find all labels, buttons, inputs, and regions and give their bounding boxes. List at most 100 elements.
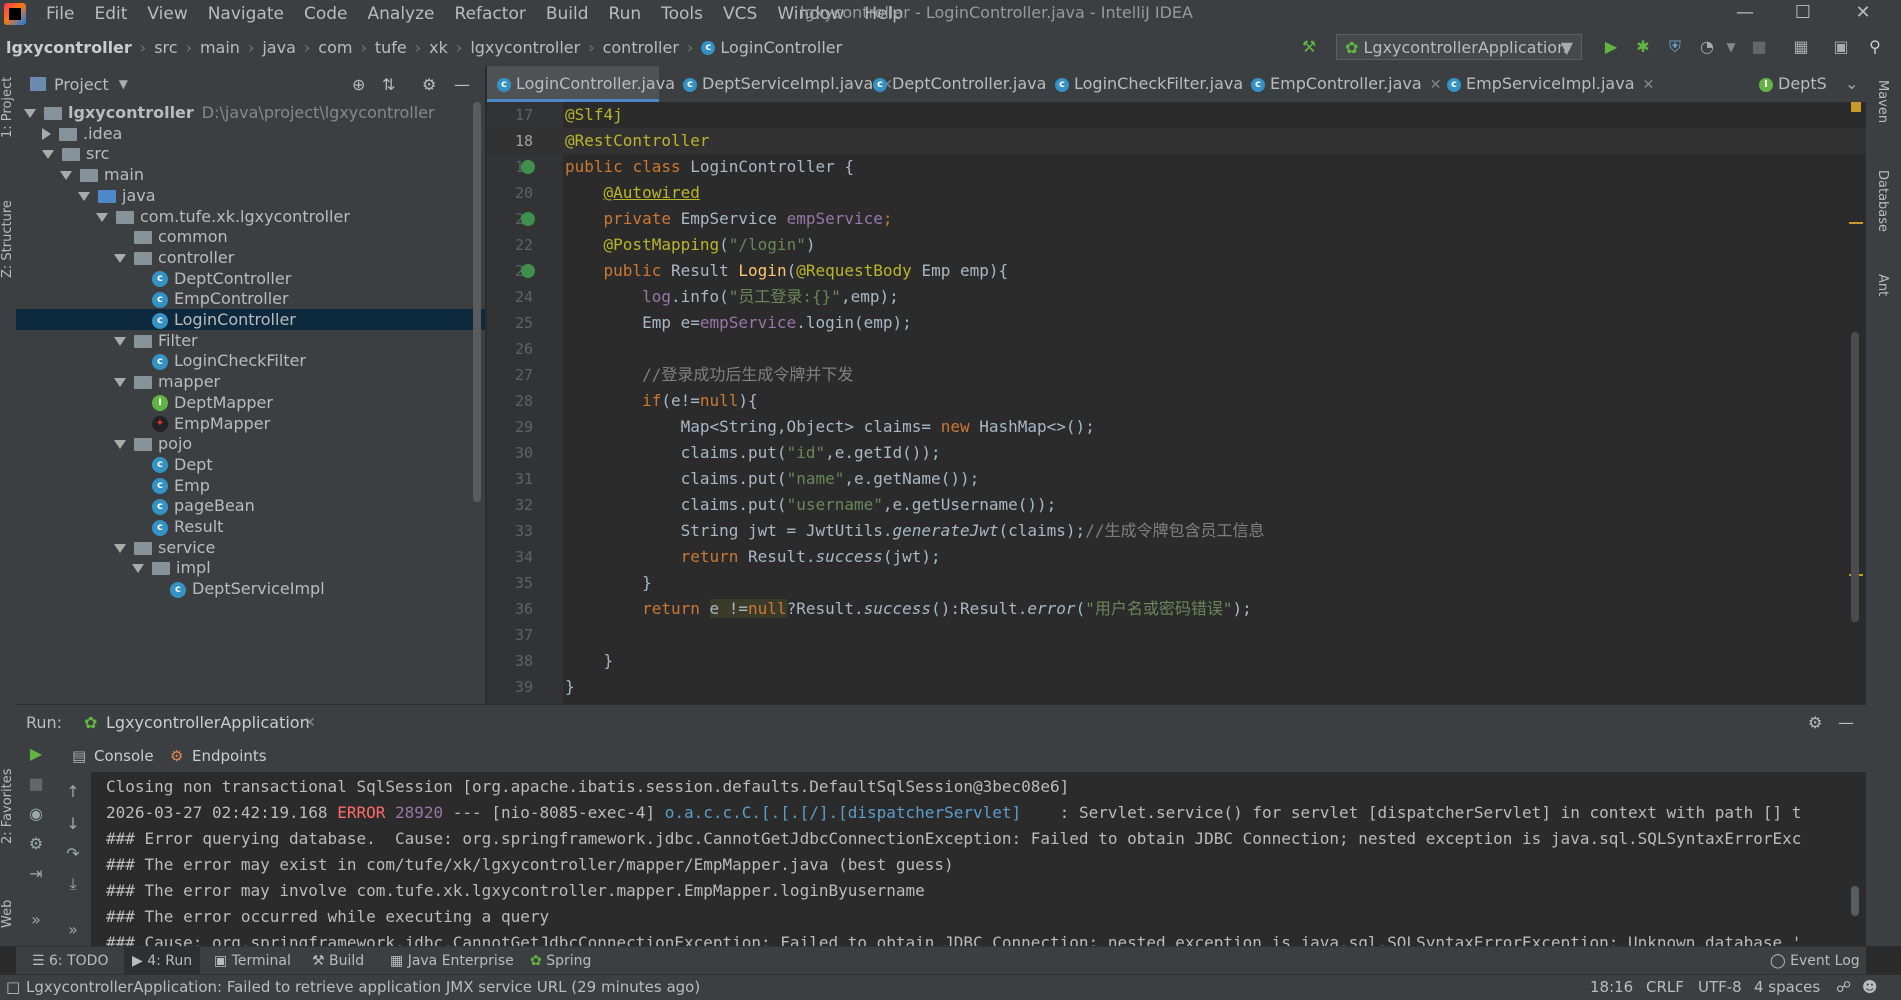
debug-icon[interactable]: ✱	[1632, 36, 1654, 58]
run-config-selector[interactable]: ✿ LgxycontrollerApplication ▼	[1336, 34, 1582, 60]
tree-item[interactable]: common	[16, 226, 485, 247]
breadcrumb-tufe[interactable]: tufe	[371, 38, 411, 57]
tree-item[interactable]: service	[16, 537, 485, 558]
lock-icon[interactable]: ☍	[1836, 975, 1851, 1000]
line-separator[interactable]: CRLF	[1646, 975, 1684, 1000]
menu-run[interactable]: Run	[599, 4, 652, 24]
maximize-icon[interactable]: ☐	[1774, 0, 1832, 28]
arrow-up-icon[interactable]: ↑	[58, 782, 88, 801]
tree-item[interactable]: c EmpController	[16, 288, 485, 309]
inspection-status-icon[interactable]	[1851, 102, 1861, 112]
tab-dept-service[interactable]: I DeptS	[1759, 66, 1827, 102]
search-icon[interactable]: ⚲	[1864, 36, 1886, 58]
console-output[interactable]: Closing non transactional SqlSession [or…	[91, 772, 1866, 946]
collapse-all-icon[interactable]: ⇅	[382, 75, 395, 94]
breadcrumb-xk[interactable]: xk	[425, 38, 452, 57]
tree-item[interactable]: .idea	[16, 123, 485, 144]
scroll-to-end-icon[interactable]: ⤓	[58, 874, 88, 894]
minimize-icon[interactable]: —	[1716, 0, 1774, 28]
breadcrumb-com[interactable]: com	[314, 38, 356, 57]
tree-item[interactable]: impl	[16, 557, 485, 578]
menu-view[interactable]: View	[137, 4, 197, 24]
breadcrumb-class[interactable]: c LoginController	[697, 38, 846, 57]
file-encoding[interactable]: UTF-8	[1698, 975, 1742, 1000]
expanded-arrow-icon[interactable]	[60, 171, 72, 181]
stripe-database-tab[interactable]: Database	[1875, 170, 1890, 232]
exit-icon[interactable]: ⇥	[21, 864, 51, 883]
rerun-icon[interactable]: ▶	[21, 744, 51, 763]
gear-icon[interactable]: ⚙	[422, 75, 436, 94]
spring-bean-icon[interactable]	[521, 212, 535, 226]
tab-dept-service-impl[interactable]: c DeptServiceImpl.java ✕	[683, 66, 893, 102]
editor-scrollbar[interactable]	[1851, 332, 1859, 622]
stop-icon[interactable]: ■	[21, 774, 51, 793]
stripe-structure-tab[interactable]: Z: Structure	[0, 200, 15, 278]
breadcrumb-project[interactable]: lgxycontroller	[0, 38, 136, 57]
stripe-web-tab[interactable]: Web	[0, 900, 15, 928]
tool-tab-run[interactable]: ▶ 4: Run	[124, 947, 201, 975]
tree-item[interactable]: lgxycontroller D:\java\project\lgxycontro…	[16, 102, 485, 123]
spring-bean-icon[interactable]	[521, 160, 535, 174]
breadcrumb-controller[interactable]: controller	[599, 38, 683, 57]
menu-analyze[interactable]: Analyze	[358, 4, 445, 24]
locate-file-icon[interactable]: ⊕	[352, 75, 365, 94]
tab-emp-service-impl[interactable]: c EmpServiceImpl.java ✕	[1447, 66, 1654, 102]
gear-icon[interactable]: ⚙	[1808, 705, 1822, 741]
expanded-arrow-icon[interactable]	[42, 150, 54, 160]
stripe-maven-tab[interactable]: Maven	[1875, 80, 1890, 123]
tab-login-controller[interactable]: cLoginController.java✕	[487, 66, 695, 102]
tree-item[interactable]: c Result	[16, 516, 485, 537]
project-panel-title[interactable]: Project	[54, 75, 109, 94]
expanded-arrow-icon[interactable]	[114, 543, 126, 553]
breadcrumb-main[interactable]: main	[196, 38, 244, 57]
dropdown-arrow-icon[interactable]: ▼	[119, 77, 128, 91]
tool-tab-build[interactable]: ⚒ Build	[312, 947, 364, 975]
tab-login-check-filter[interactable]: cLoginCheckFilter.java✕	[1055, 66, 1263, 102]
tree-item[interactable]: main	[16, 164, 485, 185]
tree-item[interactable]: c pageBean	[16, 495, 485, 516]
expanded-arrow-icon[interactable]	[96, 212, 108, 222]
menu-vcs[interactable]: VCS	[713, 4, 767, 24]
tool-tab-java-enterprise[interactable]: ▦ Java Enterprise	[390, 947, 514, 975]
more-icon[interactable]: »	[58, 920, 88, 939]
tree-item[interactable]: Filter	[16, 330, 485, 351]
menu-file[interactable]: File	[36, 4, 84, 24]
event-log-button[interactable]: ◯ Event Log	[1770, 947, 1860, 975]
tool-tab-todo[interactable]: ☰ 6: TODO	[32, 947, 108, 975]
tab-console[interactable]: Console	[94, 740, 154, 772]
soft-wrap-icon[interactable]: ↷	[58, 844, 88, 863]
breadcrumb-src[interactable]: src	[150, 38, 181, 57]
more-icon[interactable]: »	[21, 910, 51, 929]
close-tab-icon[interactable]: ✕	[304, 705, 316, 741]
hide-panel-icon[interactable]: —	[454, 75, 470, 94]
close-tab-icon[interactable]: ✕	[1643, 77, 1655, 93]
tree-item[interactable]: c LoginCheckFilter	[16, 350, 485, 371]
tree-item[interactable]: c LoginController	[16, 309, 485, 330]
tree-item[interactable]: src	[16, 143, 485, 164]
dropdown-arrow-icon[interactable]: ▼	[1720, 36, 1742, 58]
expanded-arrow-icon[interactable]	[114, 378, 126, 388]
terminal-window-icon[interactable]: ▣	[1830, 36, 1852, 58]
tree-item[interactable]: java	[16, 185, 485, 206]
tree-item[interactable]: com.tufe.xk.lgxycontroller	[16, 206, 485, 227]
close-tab-icon[interactable]: ✕	[1430, 77, 1442, 93]
tab-emp-controller[interactable]: c EmpController.java ✕	[1251, 66, 1441, 102]
tab-dept-controller[interactable]: cDeptController.java✕	[873, 66, 1066, 102]
tab-endpoints[interactable]: Endpoints	[192, 740, 267, 772]
code-editor[interactable]: 17 @Slf4j 18 @RestController 19public clas…	[487, 102, 1866, 704]
settings-icon[interactable]: ⚙	[21, 834, 51, 853]
indent-setting[interactable]: 4 spaces	[1754, 975, 1820, 1000]
run-icon[interactable]: ▶	[1600, 36, 1622, 58]
tree-item[interactable]: c DeptServiceImpl	[16, 578, 485, 599]
collapsed-arrow-icon[interactable]	[42, 128, 51, 141]
caret-position[interactable]: 18:16	[1590, 975, 1633, 1000]
tree-item[interactable]: c Dept	[16, 454, 485, 475]
tree-item[interactable]: controller	[16, 247, 485, 268]
menu-edit[interactable]: Edit	[84, 4, 137, 24]
tree-item[interactable]: pojo	[16, 433, 485, 454]
camera-icon[interactable]: ◉	[21, 804, 51, 823]
hammer-icon[interactable]: ⚒	[1298, 36, 1320, 58]
tab-list-dropdown-icon[interactable]: ⌄	[1845, 66, 1858, 102]
coverage-icon[interactable]: ⛨	[1664, 36, 1686, 58]
menu-navigate[interactable]: Navigate	[198, 4, 294, 24]
